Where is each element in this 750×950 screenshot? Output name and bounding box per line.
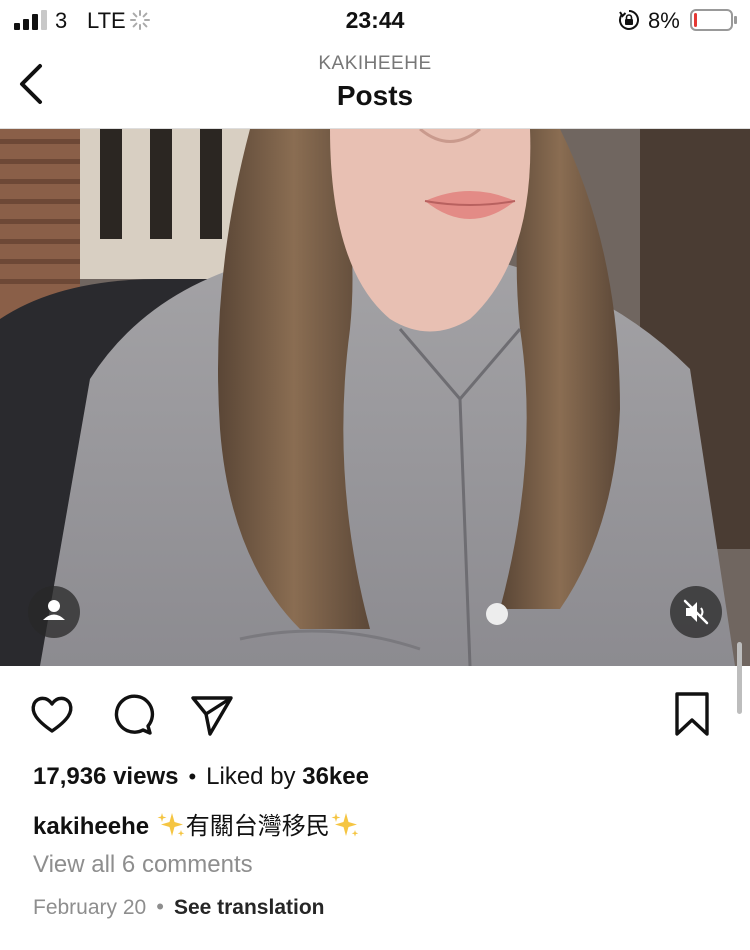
separator-dot: • [156,894,164,919]
sparkles-icon [331,813,359,837]
separator-dot: • [188,764,197,789]
post-date: February 20 [33,896,147,919]
page-title: Posts [336,80,414,111]
view-all-comments-link[interactable]: View all 6 comments [33,851,253,879]
battery-icon [690,9,737,31]
rotation-lock-icon [619,10,639,30]
liked-by-prefix: Liked by [206,763,296,790]
mute-toggle-button[interactable] [670,586,722,638]
caption-text: 有關台灣移民 [185,813,330,840]
see-translation-link[interactable]: See translation [174,896,325,919]
bookmark-icon[interactable] [668,690,716,738]
paper-plane-icon[interactable] [188,690,236,738]
scrollbar[interactable] [737,642,742,714]
person-icon [43,600,65,620]
speaker-muted-icon [683,599,709,625]
views-likes-line: 17,936 views • Liked by 36kee [33,763,369,791]
heart-icon[interactable] [28,690,76,738]
date-line: February 20 • See translation [33,894,325,920]
caption: kakiheehe 有關台灣移民 [33,806,360,841]
caption-author[interactable]: kakiheehe [33,813,149,840]
tagged-people-button[interactable] [28,586,80,638]
battery-percent: 8% [648,8,680,33]
nav-username: KAKIHEEHE [318,53,432,74]
status-bar: 3 LTE 23:44 8% [0,0,750,44]
video-frame-image [0,129,750,666]
view-count[interactable]: 17,936 views [33,763,178,790]
liked-by-user[interactable]: 36kee [302,763,369,790]
sparkles-icon [157,813,185,837]
comment-bubble-icon[interactable] [108,690,156,738]
post-video[interactable] [0,129,750,666]
